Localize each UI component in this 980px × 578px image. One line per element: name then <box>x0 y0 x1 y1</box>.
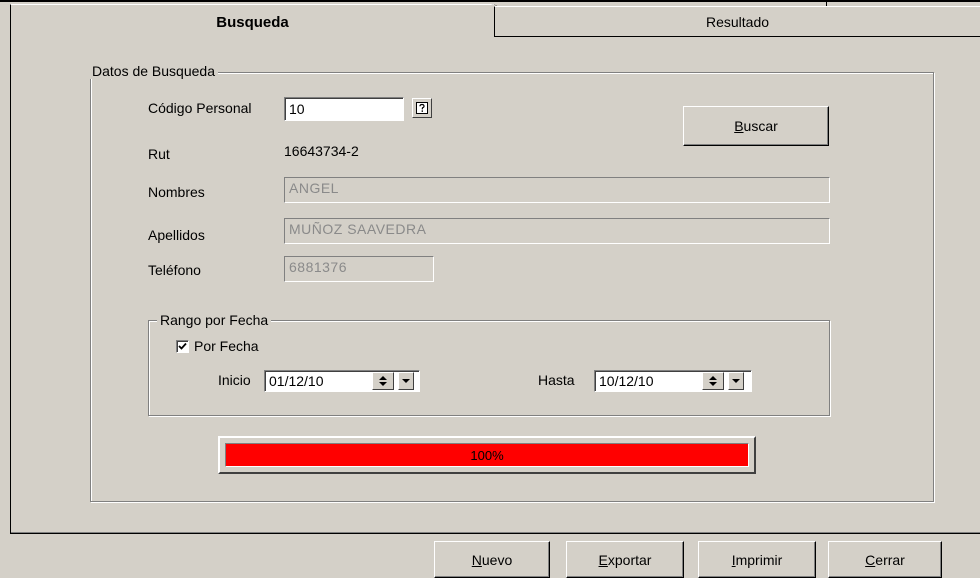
tab-busqueda[interactable]: Busqueda <box>10 4 494 40</box>
hasta-date-value: 10/12/10 <box>599 373 654 389</box>
nombres-label: Nombres <box>148 184 205 200</box>
spin-down-icon <box>379 382 387 386</box>
hasta-label: Hasta <box>538 372 575 388</box>
cerrar-button[interactable]: Cerrar <box>828 541 942 578</box>
buscar-button[interactable]: Buscar <box>683 106 829 146</box>
inicio-label: Inicio <box>218 372 251 388</box>
inicio-date-input[interactable]: 01/12/10 <box>264 370 420 392</box>
inicio-date-value: 01/12/10 <box>269 373 324 389</box>
nuevo-rest: uevo <box>481 551 513 568</box>
por-fecha-checkbox[interactable] <box>176 340 189 353</box>
date-range-legend: Rango por Fecha <box>157 312 272 328</box>
checkmark-icon <box>178 342 187 350</box>
hasta-dropdown-button[interactable] <box>728 372 744 390</box>
inicio-spin-button[interactable] <box>372 372 394 390</box>
imprimir-rest: mprimir <box>735 551 783 568</box>
spin-down-icon <box>709 382 717 386</box>
nuevo-accel: N <box>471 551 482 568</box>
exportar-accel: E <box>598 551 608 568</box>
date-range-group <box>148 320 830 416</box>
nuevo-button[interactable]: Nuevo <box>434 541 550 578</box>
top-rule <box>0 0 980 2</box>
spin-up-icon <box>709 376 717 380</box>
tab-resultado[interactable]: Resultado <box>494 6 980 36</box>
apellidos-label: Apellidos <box>148 227 205 243</box>
spin-up-icon <box>379 376 387 380</box>
apellidos-field[interactable]: MUÑOZ SAAVEDRA <box>284 218 830 244</box>
tab-busqueda-label: Busqueda <box>216 14 289 31</box>
exportar-button[interactable]: Exportar <box>566 541 684 578</box>
inicio-dropdown-button[interactable] <box>398 372 414 390</box>
exportar-rest: xportar <box>607 551 652 568</box>
codigo-input[interactable]: 10 <box>284 97 404 121</box>
progress-text: 100% <box>470 447 504 463</box>
buscar-rest: uscar <box>743 118 778 134</box>
codigo-label: Código Personal <box>148 100 252 116</box>
progress-track: 100% <box>225 443 749 467</box>
search-group-legend: Datos de Busqueda <box>89 63 218 79</box>
tab-resultado-label: Resultado <box>705 13 770 30</box>
chevron-down-icon <box>732 379 740 383</box>
progress-bar: 100% <box>218 436 756 474</box>
buscar-accel: B <box>734 118 744 134</box>
cerrar-accel: C <box>865 551 876 568</box>
rut-label: Rut <box>148 146 170 162</box>
telefono-field[interactable]: 6881376 <box>284 256 434 282</box>
hasta-spin-button[interactable] <box>702 372 724 390</box>
chevron-down-icon <box>402 379 410 383</box>
telefono-label: Teléfono <box>148 262 201 278</box>
rut-value: 16643734-2 <box>284 143 359 159</box>
cerrar-rest: errar <box>875 551 905 568</box>
help-question-icon <box>416 102 428 114</box>
nombres-field[interactable]: ANGEL <box>284 177 830 203</box>
help-button[interactable] <box>412 98 432 118</box>
imprimir-button[interactable]: Imprimir <box>698 541 816 578</box>
por-fecha-label: Por Fecha <box>194 338 259 354</box>
panel-bottom-line <box>11 532 980 533</box>
